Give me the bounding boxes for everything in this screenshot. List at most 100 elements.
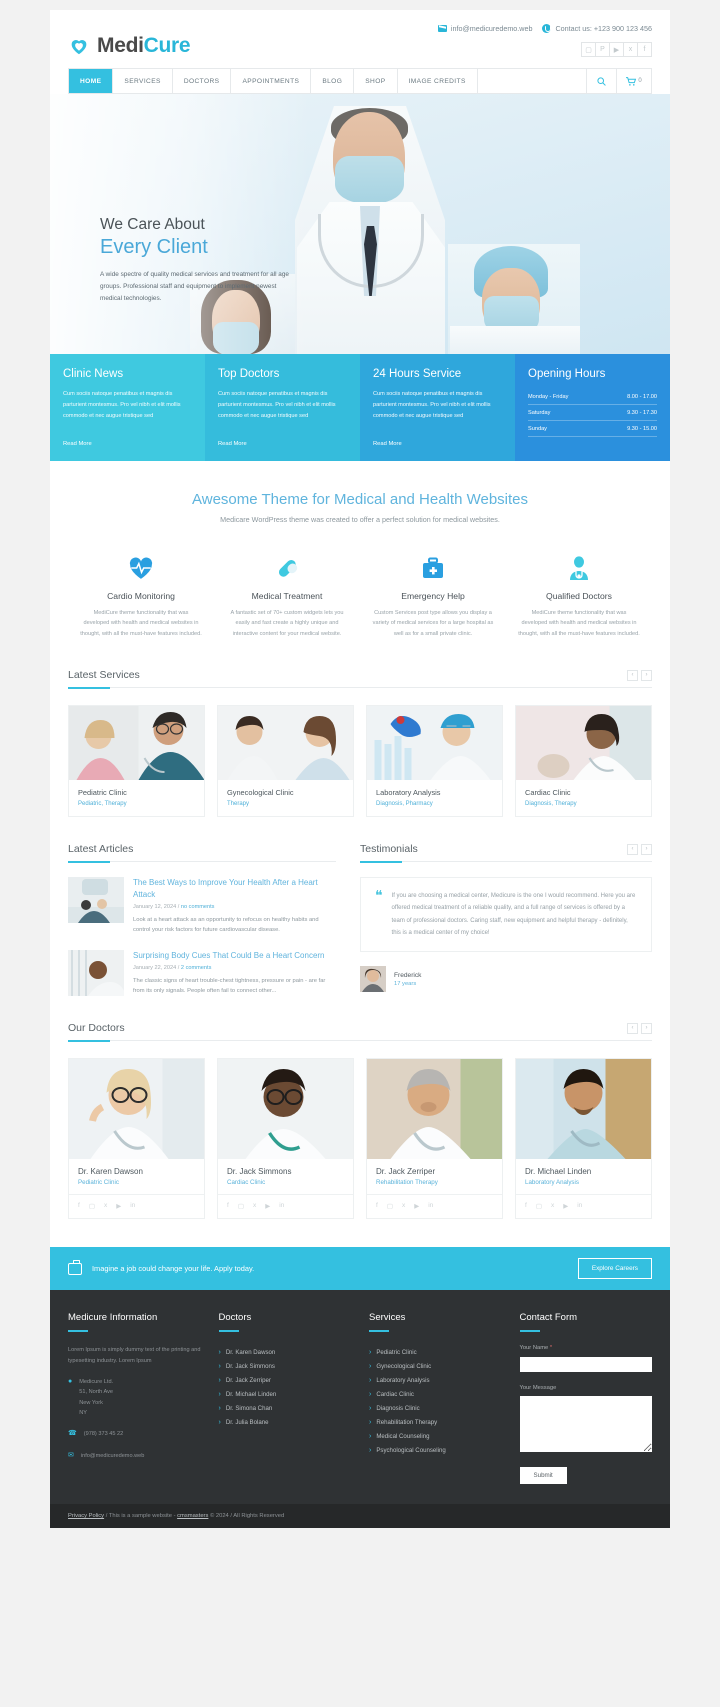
footer-list-item[interactable]: Dr. Jack Zerriper bbox=[219, 1373, 352, 1387]
carousel-arrows: ‹ › bbox=[627, 1022, 652, 1034]
cmsmasters-link[interactable]: cmsmasters bbox=[177, 1513, 208, 1519]
doctor-role[interactable]: Pediatric Clinic bbox=[78, 1179, 195, 1186]
instagram-icon[interactable]: ▢ bbox=[536, 1202, 542, 1210]
footer-list-item[interactable]: Dr. Julia Bolane bbox=[219, 1415, 352, 1429]
footer-list-item[interactable]: Dr. Jack Simmons bbox=[219, 1359, 352, 1373]
nav-item-blog[interactable]: BLOG bbox=[311, 69, 355, 93]
search-icon[interactable] bbox=[587, 69, 617, 93]
x-icon[interactable]: x bbox=[104, 1202, 107, 1210]
service-card[interactable]: Cardiac Clinic Diagnosis, Therapy bbox=[515, 705, 652, 818]
doctor-card[interactable]: Dr. Karen Dawson Pediatric Clinic f ▢ x … bbox=[68, 1058, 205, 1220]
facebook-icon[interactable]: f bbox=[227, 1202, 229, 1210]
service-card[interactable]: Laboratory Analysis Diagnosis, Pharmacy bbox=[366, 705, 503, 818]
email-contact[interactable]: info@medicuredemo.web bbox=[437, 24, 532, 33]
facebook-icon[interactable]: f bbox=[78, 1202, 80, 1210]
article-comments[interactable]: no comments bbox=[181, 904, 215, 910]
footer-link: Dr. Julia Bolane bbox=[225, 1418, 269, 1426]
nav-item-home[interactable]: HOME bbox=[69, 69, 114, 93]
service-card[interactable]: Pediatric Clinic Pediatric, Therapy bbox=[68, 705, 205, 818]
phone-contact[interactable]: Contact us: +123 900 123 456 bbox=[542, 24, 652, 33]
service-tags[interactable]: Pediatric, Therapy bbox=[78, 801, 195, 807]
feature-title: Emergency Help bbox=[401, 591, 465, 601]
prev-arrow-icon[interactable]: ‹ bbox=[627, 843, 638, 855]
youtube-icon[interactable]: ▶ bbox=[563, 1202, 568, 1210]
linkedin-icon[interactable]: in bbox=[577, 1202, 582, 1210]
footer-list-item[interactable]: Dr. Karen Dawson bbox=[219, 1345, 352, 1359]
doctor-role[interactable]: Rehabilitation Therapy bbox=[376, 1179, 493, 1186]
footer-phone[interactable]: ☎ (978) 373 45 22 bbox=[68, 1429, 201, 1439]
footer-list-item[interactable]: Pediatric Clinic bbox=[369, 1345, 502, 1359]
feature-cardio-monitoring: Cardio Monitoring MediCure theme functio… bbox=[68, 552, 214, 639]
nav-item-image-credits[interactable]: IMAGE CREDITS bbox=[398, 69, 478, 93]
prev-arrow-icon[interactable]: ‹ bbox=[627, 669, 638, 681]
facebook-icon[interactable]: f bbox=[637, 42, 652, 57]
youtube-icon[interactable]: ▶ bbox=[265, 1202, 270, 1210]
article-item[interactable]: Surprising Body Cues That Could Be a Hea… bbox=[68, 949, 336, 997]
footer-list-item[interactable]: Medical Counseling bbox=[369, 1429, 502, 1443]
linkedin-icon[interactable]: in bbox=[130, 1202, 135, 1210]
pill-icon bbox=[226, 552, 348, 584]
nav-item-doctors[interactable]: DOCTORS bbox=[173, 69, 232, 93]
x-icon[interactable]: x bbox=[623, 42, 638, 57]
explore-careers-button[interactable]: Explore Careers bbox=[577, 1258, 652, 1280]
hero-title-line2: Every Client bbox=[100, 236, 208, 258]
instagram-icon[interactable]: ▢ bbox=[238, 1202, 244, 1210]
read-more-link[interactable]: Read More bbox=[63, 441, 92, 447]
message-textarea[interactable] bbox=[519, 1396, 652, 1453]
nav-item-services[interactable]: SERVICES bbox=[113, 69, 173, 93]
nav-item-appointments[interactable]: APPOINTMENTS bbox=[231, 69, 312, 93]
footer-email[interactable]: ✉ info@medicuredemo.web bbox=[68, 1451, 201, 1461]
site-logo[interactable]: MediCure bbox=[68, 34, 191, 58]
nav-item-shop[interactable]: SHOP bbox=[354, 69, 398, 93]
youtube-icon[interactable]: ▶ bbox=[116, 1202, 121, 1210]
facebook-icon[interactable]: f bbox=[376, 1202, 378, 1210]
footer-list-item[interactable]: Rehabilitation Therapy bbox=[369, 1415, 502, 1429]
facebook-icon[interactable]: f bbox=[525, 1202, 527, 1210]
x-icon[interactable]: x bbox=[402, 1202, 405, 1210]
doctor-role[interactable]: Cardiac Clinic bbox=[227, 1179, 344, 1186]
privacy-policy-link[interactable]: Privacy Policy bbox=[68, 1513, 104, 1519]
doctor-role[interactable]: Laboratory Analysis bbox=[525, 1179, 642, 1186]
footer-list-item[interactable]: Psychological Counseling bbox=[369, 1443, 502, 1457]
footer-list-item[interactable]: Laboratory Analysis bbox=[369, 1373, 502, 1387]
service-tags[interactable]: Diagnosis, Therapy bbox=[525, 801, 642, 807]
next-arrow-icon[interactable]: › bbox=[641, 843, 652, 855]
service-tags[interactable]: Therapy bbox=[227, 801, 344, 807]
read-more-link[interactable]: Read More bbox=[373, 441, 402, 447]
submit-button[interactable]: Submit bbox=[519, 1467, 567, 1485]
doctor-card[interactable]: Dr. Michael Linden Laboratory Analysis f… bbox=[515, 1058, 652, 1220]
linkedin-icon[interactable]: in bbox=[279, 1202, 284, 1210]
youtube-icon[interactable]: ▶ bbox=[414, 1202, 419, 1210]
instagram-icon[interactable]: ▢ bbox=[387, 1202, 393, 1210]
footer-list-item[interactable]: Dr. Simona Chan bbox=[219, 1401, 352, 1415]
instagram-icon[interactable]: ▢ bbox=[89, 1202, 95, 1210]
youtube-icon[interactable]: ▶ bbox=[609, 42, 624, 57]
pinterest-icon[interactable]: P bbox=[595, 42, 610, 57]
doctor-card[interactable]: Dr. Jack Simmons Cardiac Clinic f ▢ x ▶ … bbox=[217, 1058, 354, 1220]
footer-list-item[interactable]: Cardiac Clinic bbox=[369, 1387, 502, 1401]
next-arrow-icon[interactable]: › bbox=[641, 669, 652, 681]
instagram-icon[interactable]: ▢ bbox=[581, 42, 596, 57]
prev-arrow-icon[interactable]: ‹ bbox=[627, 1022, 638, 1034]
x-icon[interactable]: x bbox=[551, 1202, 554, 1210]
read-more-link[interactable]: Read More bbox=[218, 441, 247, 447]
next-arrow-icon[interactable]: › bbox=[641, 1022, 652, 1034]
article-title[interactable]: The Best Ways to Improve Your Health Aft… bbox=[133, 877, 336, 900]
cart-button[interactable]: 0 bbox=[617, 69, 651, 93]
hero-caption: We Care About Every Client A wide spectr… bbox=[100, 216, 320, 305]
section-header: Latest Services ‹ › bbox=[68, 669, 652, 689]
footer-list-item[interactable]: Gynecological Clinic bbox=[369, 1359, 502, 1373]
linkedin-icon[interactable]: in bbox=[428, 1202, 433, 1210]
article-comments[interactable]: 2 comments bbox=[181, 965, 211, 971]
service-tags[interactable]: Diagnosis, Pharmacy bbox=[376, 801, 493, 807]
footer-list-item[interactable]: Diagnosis Clinic bbox=[369, 1401, 502, 1415]
nav-search-area[interactable] bbox=[478, 69, 587, 93]
service-card[interactable]: Gynecological Clinic Therapy bbox=[217, 705, 354, 818]
name-input[interactable] bbox=[519, 1357, 652, 1373]
article-meta: January 12, 2024 / no comments bbox=[133, 904, 215, 911]
x-icon[interactable]: x bbox=[253, 1202, 256, 1210]
article-title[interactable]: Surprising Body Cues That Could Be a Hea… bbox=[133, 950, 336, 962]
doctor-card[interactable]: Dr. Jack Zerriper Rehabilitation Therapy… bbox=[366, 1058, 503, 1220]
footer-list-item[interactable]: Dr. Michael Linden bbox=[219, 1387, 352, 1401]
article-item[interactable]: The Best Ways to Improve Your Health Aft… bbox=[68, 877, 336, 935]
